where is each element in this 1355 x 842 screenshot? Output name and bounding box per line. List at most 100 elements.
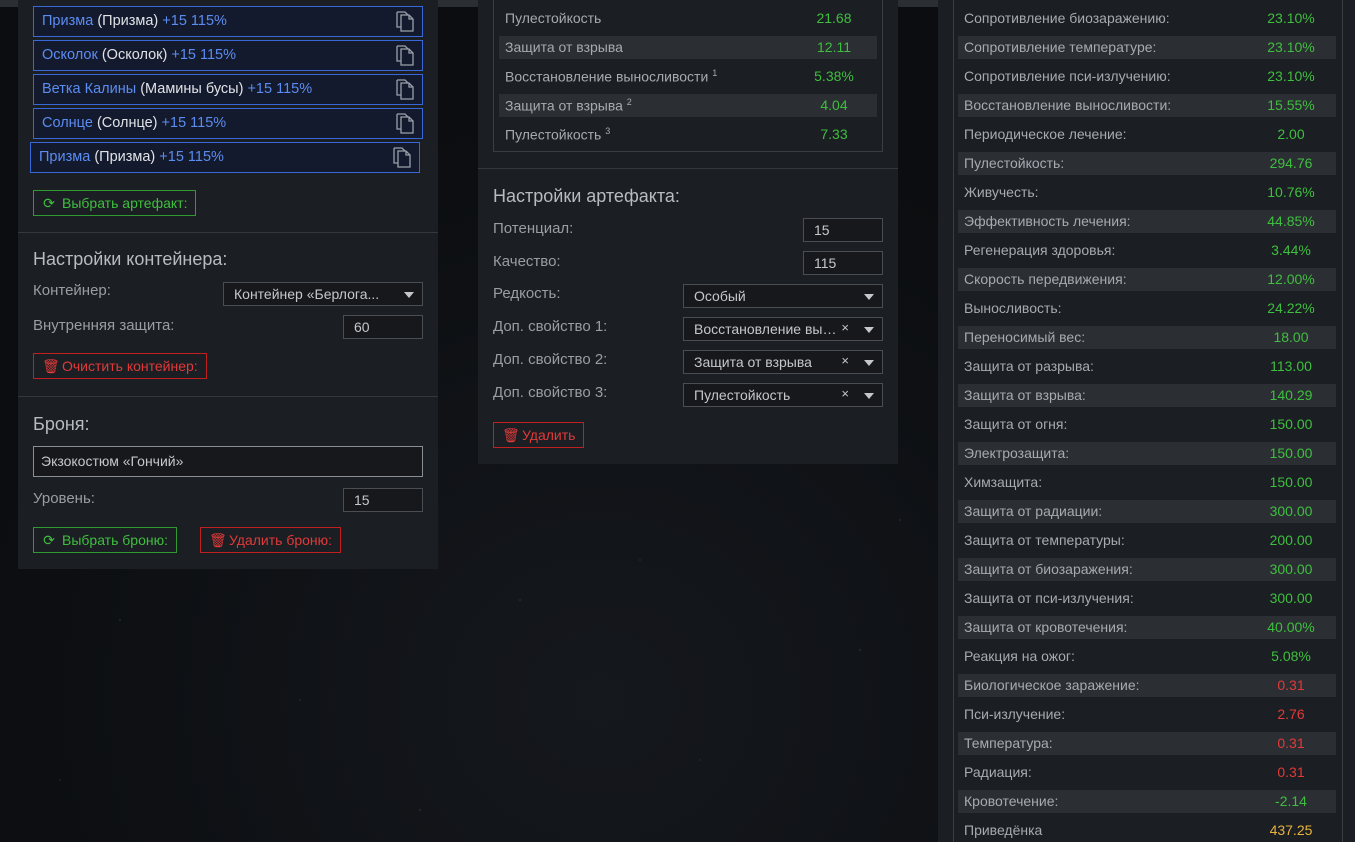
stat-value: 23.10% (1267, 68, 1315, 84)
stat-value: 10.76% (1267, 184, 1315, 200)
artifact-name: Солнце (42, 115, 93, 131)
clear-container-button[interactable]: 🗑 Очистить контейнер: (33, 353, 207, 379)
stat-value: 300.00 (1269, 503, 1313, 519)
stat-row: Пси-излучение: 2.76 (958, 703, 1336, 726)
artifact-item[interactable]: Ветка Калины (Мамины бусы) +15 115% (33, 74, 423, 105)
stat-label: Температура: (964, 735, 1053, 751)
stat-value: 437.25 (1269, 822, 1313, 838)
stat-label: Защита от разрыва: (964, 358, 1094, 374)
artifact-base: (Призма) (97, 13, 159, 29)
stat-value: 2.00 (1277, 126, 1305, 142)
choose-artifact-button[interactable]: ⟳ Выбрать артефакт: (33, 190, 197, 216)
stat-row: Сопротивление пси-излучению: 23.10% (958, 65, 1336, 88)
rarity-label: Редкость: (493, 285, 561, 302)
rarity-select[interactable]: Особый (683, 284, 883, 308)
stat-row: Электрозащита: 150.00 (958, 442, 1336, 465)
stat-label: Сопротивление температуре: (964, 39, 1157, 55)
stat-label: Пулестойкость: (964, 155, 1065, 171)
stat-row: Защита от взрыва 2 4.04 (499, 94, 877, 117)
stat-row: Восстановление выносливости: 15.55% (958, 94, 1336, 117)
delete-artifact-button[interactable]: 🗑 Удалить (493, 422, 585, 448)
divider (478, 168, 898, 169)
stat-row: Радиация: 0.31 (958, 761, 1336, 784)
armor-select[interactable]: Экзокостюм «Гончий» (33, 446, 423, 477)
quality-input[interactable]: 115 (803, 251, 883, 275)
copy-icon[interactable] (396, 113, 414, 134)
stat-row: Защита от пси-излучения: 300.00 (958, 587, 1336, 610)
artifact-name: Призма (42, 13, 94, 29)
potential-input[interactable]: 15 (803, 218, 883, 242)
stat-label: Регенерация здоровья: (964, 242, 1116, 258)
level-label: Уровень: (33, 490, 95, 507)
stat-value: 200.00 (1269, 532, 1313, 548)
prop3-select[interactable]: Пулестойкость × (683, 383, 883, 407)
stat-label: Биологическое заражение: (964, 677, 1140, 693)
stat-value: -2.14 (1275, 793, 1307, 809)
stat-value: 2.76 (1277, 706, 1305, 722)
stat-value: 40.00% (1267, 619, 1315, 635)
stat-row: Сопротивление биозаражению: 23.10% (958, 7, 1336, 30)
chevron-down-icon (864, 360, 874, 366)
stat-value: 5.08% (1271, 648, 1311, 664)
stat-value: 300.00 (1269, 590, 1313, 606)
stat-value: 0.31 (1277, 764, 1305, 780)
stat-row: Скорость передвижения: 12.00% (958, 268, 1336, 291)
artifact-stats-box: Пулестойкость 21.68 Защита от взрыва 12.… (493, 0, 883, 152)
artifact-item[interactable]: Призма (Призма) +15 115% (33, 6, 423, 37)
delete-armor-button[interactable]: 🗑 Удалить броню: (200, 527, 342, 553)
stat-row: Защита от взрыва: 140.29 (958, 384, 1336, 407)
stat-label: Пси-излучение: (964, 706, 1066, 722)
artifact-level: +15 115% (161, 115, 227, 131)
clear-icon[interactable]: × (841, 320, 849, 335)
choose-armor-button[interactable]: ⟳ Выбрать броню: (33, 527, 177, 553)
artifact-item[interactable]: Солнце (Солнце) +15 115% (33, 108, 423, 139)
stat-value: 150.00 (1269, 445, 1313, 461)
stat-row: Выносливость: 24.22% (958, 297, 1336, 320)
artifact-level: +15 115% (171, 47, 236, 63)
stat-label: Защита от взрыва: (964, 387, 1086, 403)
stat-label: Переносимый вес: (964, 329, 1086, 345)
prop1-label: Доп. свойство 1: (493, 318, 608, 335)
middle-panel: Пулестойкость 21.68 Защита от взрыва 12.… (478, 0, 898, 464)
prop2-label: Доп. свойство 2: (493, 351, 608, 368)
copy-icon[interactable] (393, 147, 411, 168)
artifact-item[interactable]: Осколок (Осколок) +15 115% (33, 40, 423, 71)
stat-label: Химзащита: (964, 474, 1043, 490)
stat-value: 18.00 (1273, 329, 1309, 345)
quality-label: Качество: (493, 253, 561, 270)
stat-row: Защита от взрыва 12.11 (499, 36, 877, 59)
copy-icon[interactable] (396, 45, 414, 66)
copy-icon[interactable] (396, 79, 414, 100)
chevron-down-icon (404, 292, 414, 298)
level-input[interactable]: 15 (343, 488, 423, 512)
copy-icon[interactable] (396, 11, 414, 32)
refresh-icon: ⟳ (43, 195, 55, 211)
artifact-base: (Солнце) (96, 115, 158, 131)
stat-value: 150.00 (1269, 416, 1313, 432)
stat-label: Живучесть: (964, 184, 1039, 200)
clear-icon[interactable]: × (841, 386, 849, 401)
prop1-select[interactable]: Восстановление выносливости × (683, 317, 883, 341)
stat-row: Восстановление выносливости 1 5.38% (505, 68, 854, 85)
prop2-select[interactable]: Защита от взрыва × (683, 350, 883, 374)
stat-label: Электрозащита: (964, 445, 1070, 461)
artifact-name: Осколок (42, 47, 98, 63)
stat-row: Пулестойкость: 294.76 (958, 152, 1336, 175)
stat-value: 0.31 (1277, 677, 1305, 693)
clear-icon[interactable]: × (841, 353, 849, 368)
artifact-item[interactable]: Призма (Призма) +15 115% (30, 142, 420, 173)
right-panel: Сопротивление биозаражению: 23.10% Сопроти… (938, 0, 1355, 842)
stat-value: 15.55% (1267, 97, 1315, 113)
artifact-base: (Призма) (94, 149, 156, 165)
stat-row: Защита от температуры: 200.00 (958, 529, 1336, 552)
chevron-down-icon (864, 393, 874, 399)
container-select[interactable]: Контейнер «Берлога... (223, 282, 423, 306)
stat-label: Радиация: (964, 764, 1032, 780)
stat-value: 23.10% (1267, 10, 1315, 26)
stat-row: Кровотечение: -2.14 (958, 790, 1336, 813)
stat-row: Живучесть: 10.76% (958, 181, 1336, 204)
inner-protection-input[interactable]: 60 (343, 315, 423, 339)
refresh-icon: ⟳ (43, 532, 55, 548)
stat-value: 294.76 (1269, 155, 1313, 171)
stat-row: Эффективность лечения: 44.85% (958, 210, 1336, 233)
